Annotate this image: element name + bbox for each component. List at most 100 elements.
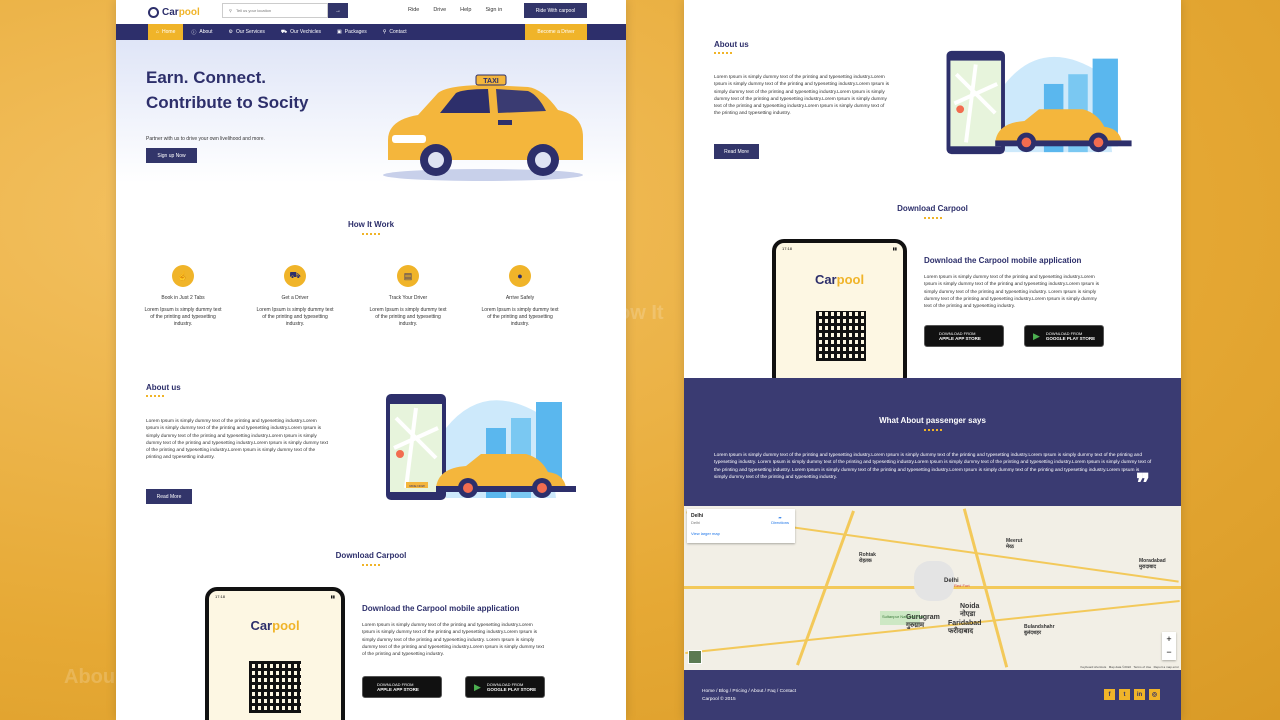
how-item-title: Track Your Driver xyxy=(388,295,428,301)
qr-code xyxy=(249,661,301,713)
about-text: Lorem Ipsum is simply dummy text of the … xyxy=(714,75,890,117)
car-icon: ⛟ xyxy=(284,265,306,287)
hero-title: Earn. Connect. Contribute to Socity xyxy=(146,68,309,112)
google-play-button[interactable]: ▶ DOWNLOAD FROM GOOGLE PLAY STORE xyxy=(465,676,545,698)
how-item-title: Book in Just 2 Tabs xyxy=(161,295,205,301)
right-page-preview: About us Lorem Ipsum is simply dummy tex… xyxy=(684,0,1181,720)
testimonial-text: Lorem Ipsum is simply dummy text of the … xyxy=(714,453,1152,480)
apple-store-button[interactable]: DOWNLOAD FROM APPLE APP STORE xyxy=(362,676,442,698)
how-item-desc: Lorem Ipsum is simply dummy text of the … xyxy=(256,307,334,327)
how-item-desc: Lorem Ipsum is simply dummy text of the … xyxy=(369,307,447,327)
map-city: Noida नोएडा xyxy=(960,603,980,618)
how-item-desc: Lorem Ipsum is simply dummy text of the … xyxy=(144,307,222,327)
ride-with-carpool-button[interactable]: Ride With carpool xyxy=(524,3,587,18)
package-icon: ▣ xyxy=(337,29,342,35)
how-item-arrive: ● Arrive Safely Lorem Ipsum is simply du… xyxy=(480,265,560,328)
map-icon: ▤ xyxy=(397,265,419,287)
car-icon: ⛟ xyxy=(280,28,288,35)
qr-code xyxy=(816,311,866,361)
satellite-toggle[interactable] xyxy=(688,650,702,664)
map-city: Moradabad मुरादाबाद xyxy=(1139,558,1166,570)
map-city: Meerut मेरठ xyxy=(1006,538,1023,550)
signal-icon: ▮▮ xyxy=(892,246,897,251)
map-poi: Sultanpur National Park xyxy=(882,614,925,619)
google-play-icon: ▶ xyxy=(1033,330,1040,341)
title-underline xyxy=(362,232,380,235)
link-signin[interactable]: Sign in xyxy=(485,7,502,13)
link-ride[interactable]: Ride xyxy=(408,7,419,13)
left-page-preview: Carpool ⚲ Tell us your location → Ride Dr… xyxy=(116,0,626,720)
download-title: Download Carpool xyxy=(335,551,407,560)
nav-about[interactable]: ⓘ About xyxy=(183,24,220,40)
zoom-out-button[interactable]: − xyxy=(1162,646,1176,660)
logo-text: Carpool xyxy=(162,6,200,18)
city-map-illustration: RIDE NOW xyxy=(386,394,576,500)
link-help[interactable]: Help xyxy=(460,7,471,13)
twitter-icon[interactable]: t xyxy=(1119,689,1130,700)
map-city: Bulandshahr बुलंदशहर xyxy=(1024,624,1055,636)
nav-vehicles[interactable]: ⛟ Our Vechicles xyxy=(273,24,329,40)
taxi-illustration: TAXI xyxy=(383,74,583,181)
logo[interactable]: Carpool xyxy=(148,6,200,18)
nav-label: Our Services xyxy=(235,29,265,35)
google-play-button[interactable]: ▶ DOWNLOAD FROM GOOGLE PLAY STORE xyxy=(1024,325,1104,347)
embedded-map[interactable]: Delhi Delhi View larger map ➦ Directions … xyxy=(684,506,1181,670)
view-larger-map-link[interactable]: View larger map xyxy=(691,531,791,536)
gear-icon: ⚙ xyxy=(228,29,233,35)
nav-home[interactable]: ⌂ Home xyxy=(148,24,184,40)
download-text: Lorem Ipsum is simply dummy text of the … xyxy=(924,275,1100,310)
phone-logo: Carpool xyxy=(250,618,300,633)
become-driver-button[interactable]: Become a Driver xyxy=(525,24,587,40)
search-button[interactable]: → xyxy=(328,3,348,18)
search-input[interactable]: ⚲ Tell us your location xyxy=(222,3,328,18)
testimonial-section: What About passenger says Lorem Ipsum is… xyxy=(684,378,1181,506)
linkedin-icon[interactable]: in xyxy=(1134,689,1145,700)
nav-services[interactable]: ⚙ Our Services xyxy=(220,24,272,40)
link-drive[interactable]: Drive xyxy=(433,7,446,13)
map-info-card: Delhi Delhi View larger map ➦ Directions xyxy=(687,509,795,543)
download-text: Lorem Ipsum is simply dummy text of the … xyxy=(362,623,545,658)
apple-store-button[interactable]: DOWNLOAD FROM APPLE APP STORE xyxy=(924,325,1004,347)
hero-subtitle: Partner with us to drive your own liveli… xyxy=(146,136,265,142)
download-heading: Download the Carpool mobile application xyxy=(362,604,520,613)
github-icon[interactable]: ◎ xyxy=(1149,689,1160,700)
apple-store-label: DOWNLOAD FROM APPLE APP STORE xyxy=(939,331,981,341)
nav-label: Contact xyxy=(389,29,407,35)
how-item-title: Arrive Safely xyxy=(505,295,535,301)
facebook-icon[interactable]: f xyxy=(1104,689,1115,700)
zoom-in-button[interactable]: + xyxy=(1162,632,1176,646)
directions-button[interactable]: ➦ Directions xyxy=(771,515,789,525)
home-icon: ⌂ xyxy=(156,29,160,35)
store-big: GOOGLE PLAY STORE xyxy=(1045,336,1096,341)
about-title: About us xyxy=(146,383,181,392)
how-it-works-title: How It Work xyxy=(347,220,395,229)
copyright: Carpool © 2015 xyxy=(702,697,736,702)
google-play-icon: ▶ xyxy=(474,681,481,692)
download-title: Download Carpool xyxy=(897,204,968,213)
about-text: Lorem Ipsum is simply dummy text of the … xyxy=(146,419,329,461)
social-links: f t in ◎ xyxy=(1104,689,1160,700)
nav-label: Packages xyxy=(344,29,367,35)
nav-packages[interactable]: ▣ Packages xyxy=(329,24,375,40)
apple-store-label: DOWNLOAD FROM APPLE APP STORE xyxy=(377,682,419,692)
svg-text:RIDE NOW: RIDE NOW xyxy=(409,484,425,488)
map-city: Delhi xyxy=(944,578,959,584)
nav-contact[interactable]: ⚲ Contact xyxy=(375,24,415,40)
city-map-illustration xyxy=(946,50,1132,155)
read-more-button[interactable]: Read More xyxy=(146,489,192,504)
map-city: Faridabad फरीदाबाद xyxy=(948,620,982,635)
footer: Home / Blog / Pricing / About / Faq / Co… xyxy=(684,670,1181,720)
steering-wheel-icon xyxy=(148,6,159,18)
read-more-button[interactable]: Read More xyxy=(714,144,759,159)
phone-statusbar: 17:18 ▮▮ xyxy=(776,243,903,254)
phone-mockup: 17:18 ▮▮ Carpool xyxy=(205,587,345,720)
signup-button[interactable]: Sign up Now xyxy=(146,148,197,163)
main-nav: ⌂ Home ⓘ About ⚙ Our Services ⛟ Our Vechicle… xyxy=(116,24,626,40)
footer-links[interactable]: Home / Blog / Pricing / About / Faq / Co… xyxy=(702,689,796,694)
directions-label: Directions xyxy=(771,520,789,525)
top-header: Carpool ⚲ Tell us your location → Ride Dr… xyxy=(116,0,626,24)
top-links: Ride Drive Help Sign in xyxy=(408,7,502,13)
map-credits: Keyboard shortcuts Map data ©2022 Terms … xyxy=(1080,665,1179,669)
title-underline xyxy=(146,394,164,397)
google-store-label: DOWNLOAD FROM GOOGLE PLAY STORE xyxy=(1046,331,1095,341)
